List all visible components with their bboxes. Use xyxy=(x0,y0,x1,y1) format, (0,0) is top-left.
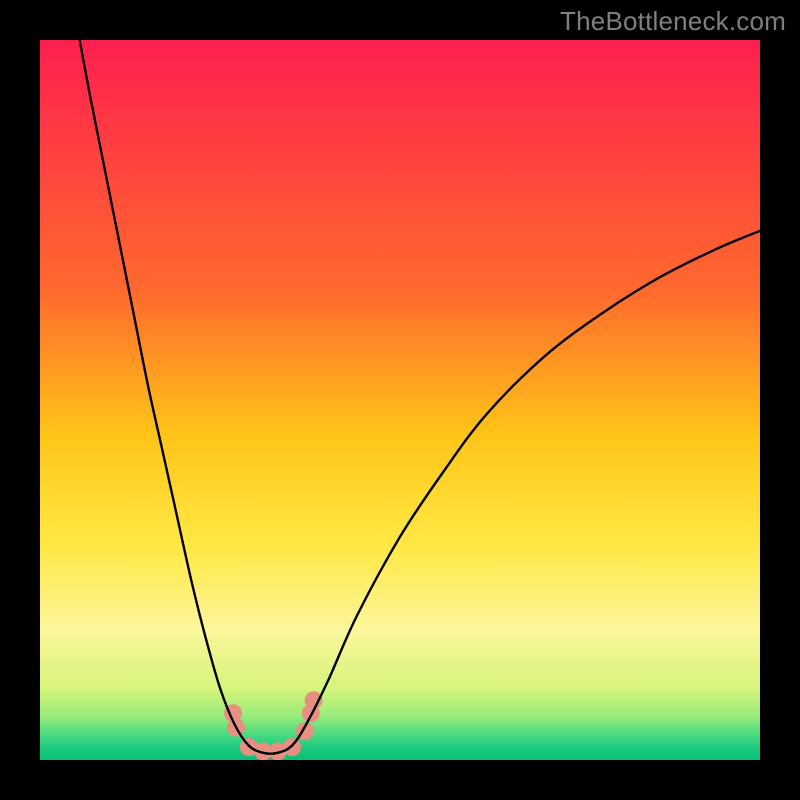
bottleneck-curve-path xyxy=(80,40,760,754)
watermark-text: TheBottleneck.com xyxy=(560,6,786,37)
curve-layer xyxy=(40,40,760,760)
marker-dot-group xyxy=(224,691,323,760)
chart-frame: TheBottleneck.com xyxy=(0,0,800,800)
plot-area xyxy=(40,40,760,760)
